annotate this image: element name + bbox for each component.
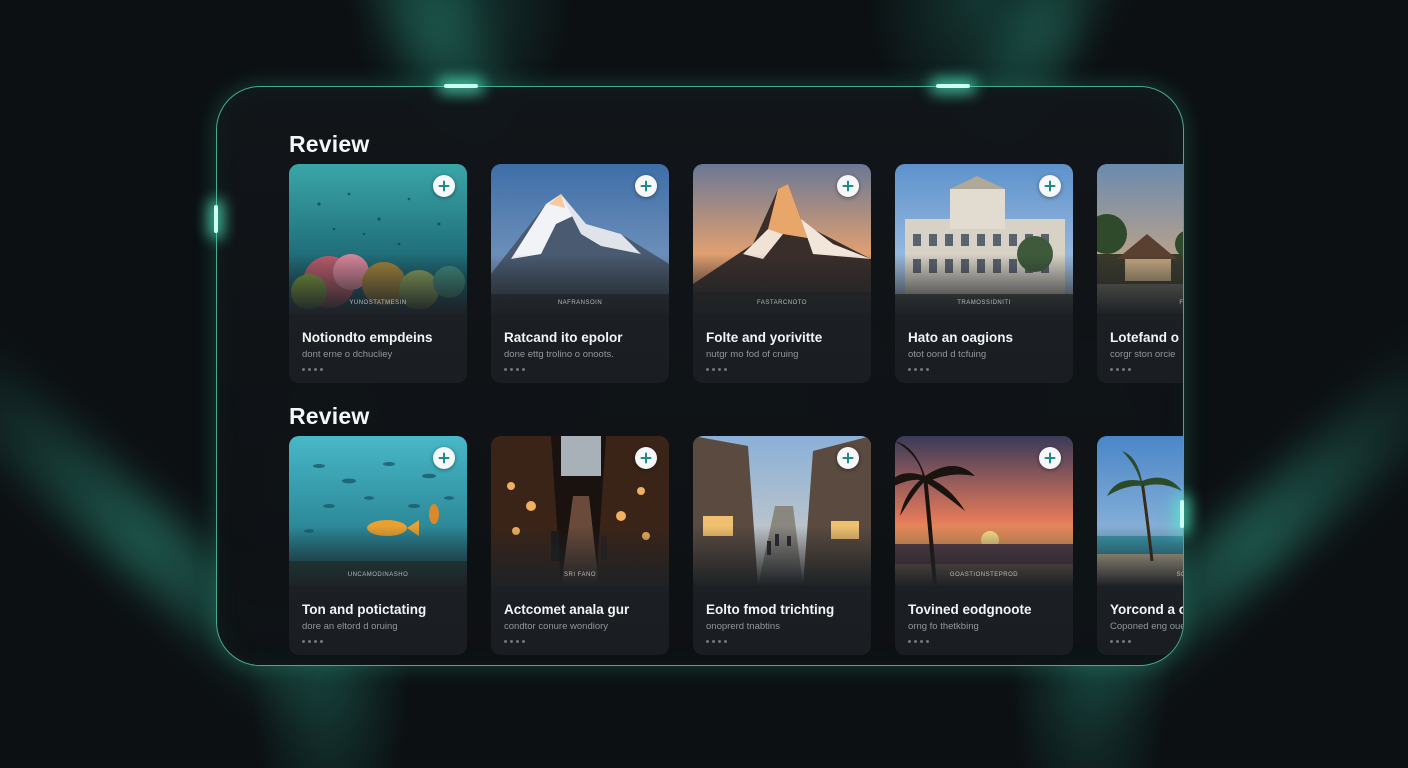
card-body: Hato an oagions otot oond d tcfuing: [895, 314, 1073, 383]
glow-spark: [214, 205, 218, 233]
add-button[interactable]: [837, 447, 859, 469]
add-button[interactable]: [433, 447, 455, 469]
plus-icon: [842, 452, 854, 464]
card-body: Yorcond a o Coponed eng oue: [1097, 586, 1184, 655]
destination-card[interactable]: NAFRANSOIN Ratcand ito epolor done ettg …: [491, 164, 669, 383]
image-caption: FASTARCNOTO: [757, 300, 807, 306]
card-row: YUNOSTATMESIN Notiondto empdeins dont er…: [289, 164, 1184, 383]
card-subtitle: otot oond d tcfuing: [908, 349, 987, 360]
rating-dots: [1110, 640, 1183, 643]
glow-spark: [1180, 500, 1184, 528]
card-image: YUNOSTATMESIN: [289, 164, 467, 314]
destination-card[interactable]: UNCAMODINASHO Ton and potictating dore a…: [289, 436, 467, 655]
destination-card[interactable]: YUNOSTATMESIN Notiondto empdeins dont er…: [289, 164, 467, 383]
add-button[interactable]: [635, 447, 657, 469]
palm-beach-image: [1097, 436, 1183, 586]
card-row: UNCAMODINASHO Ton and potictating dore a…: [289, 436, 1184, 655]
card-body: Lotefand o corgr ston orcie: [1097, 314, 1183, 383]
rating-dots: [908, 640, 1060, 643]
destination-card[interactable]: SONE Yorcond a o Coponed eng oue: [1097, 436, 1184, 655]
section-title: Review: [289, 131, 370, 157]
card-image: NAFRANSOIN: [491, 164, 669, 314]
card-body: Tovined eodgnoote orng fo thetkbing: [895, 586, 1073, 655]
card-image: FASTARCNOTO: [693, 164, 871, 314]
rating-dots: [1110, 368, 1183, 371]
card-image: TRAMOSSIDNITI: [895, 164, 1073, 314]
card-title: Yorcond a o: [1110, 602, 1184, 617]
card-title: Tovined eodgnoote: [908, 602, 1032, 617]
destination-card[interactable]: SRI FANO Actcomet anala gur condtor conu…: [491, 436, 669, 655]
plus-icon: [1044, 180, 1056, 192]
plus-icon: [438, 452, 450, 464]
card-subtitle: condtor conure wondiory: [504, 621, 609, 632]
plus-icon: [640, 452, 652, 464]
destination-card[interactable]: Eolto fmod trichting onoprerd tnabtins: [693, 436, 871, 655]
card-subtitle: dore an eltord d oruing: [302, 621, 398, 632]
glow-spark: [936, 84, 970, 88]
card-title: Notiondto empdeins: [302, 330, 433, 345]
card-image: SONE: [1097, 436, 1183, 586]
card-subtitle: done ettg trolino o onoots.: [504, 349, 614, 360]
image-caption: TRAMOSSIDNITI: [957, 300, 1011, 306]
destination-card[interactable]: GOASTIONSTEPROD Tovined eodgnoote orng f…: [895, 436, 1073, 655]
plus-icon: [842, 180, 854, 192]
card-title: Eolto fmod trichting: [706, 602, 835, 617]
add-button[interactable]: [837, 175, 859, 197]
card-image: GOASTIONSTEPROD: [895, 436, 1073, 586]
card-image: UNCAMODINASHO: [289, 436, 467, 586]
card-title: Ratcand ito epolor: [504, 330, 623, 345]
card-subtitle: dont erne o dchucliey: [302, 349, 393, 360]
plus-icon: [1044, 452, 1056, 464]
card-body: Ratcand ito epolor done ettg trolino o o…: [491, 314, 669, 383]
image-caption: SONE: [1176, 572, 1183, 578]
card-image: SRI FANO: [491, 436, 669, 586]
rating-dots: [302, 368, 454, 371]
image-caption: NAFRANSOIN: [557, 300, 603, 306]
beach-house-image: [1097, 164, 1183, 314]
card-title: Actcomet anala gur: [504, 602, 630, 617]
rating-dots: [302, 640, 454, 643]
section-title: Review: [289, 403, 370, 429]
card-body: Ton and potictating dore an eltord d oru…: [289, 586, 467, 655]
card-title: Lotefand o: [1110, 330, 1179, 345]
card-body: Eolto fmod trichting onoprerd tnabtins: [693, 586, 871, 655]
card-subtitle: orng fo thetkbing: [908, 621, 979, 632]
add-button[interactable]: [1039, 175, 1061, 197]
rating-dots: [706, 640, 858, 643]
plus-icon: [438, 180, 450, 192]
card-subtitle: onoprerd tnabtins: [706, 621, 780, 632]
card-body: Actcomet anala gur condtor conure wondio…: [491, 586, 669, 655]
content-panel: Review YUNOSTATMESIN Notiondto empdeins …: [216, 86, 1184, 666]
image-caption: UNCAMODINASHO: [347, 572, 409, 578]
image-caption: GOASTIONSTEPROD: [949, 572, 1019, 578]
rating-dots: [504, 640, 656, 643]
add-button[interactable]: [433, 175, 455, 197]
image-caption: SRI FANO: [563, 572, 596, 578]
rating-dots: [504, 368, 656, 371]
destination-card[interactable]: TRAMOSSIDNITI Hato an oagions otot oond …: [895, 164, 1073, 383]
card-image: [693, 436, 871, 586]
add-button[interactable]: [635, 175, 657, 197]
image-caption: YUNOSTATMESIN: [349, 300, 407, 306]
destination-card[interactable]: FAN Lotefand o corgr ston orcie: [1097, 164, 1184, 383]
card-title: Folte and yorivitte: [706, 330, 823, 345]
card-image: FAN: [1097, 164, 1184, 314]
plus-icon: [640, 180, 652, 192]
card-body: Notiondto empdeins dont erne o dchucliey: [289, 314, 467, 383]
card-title: Hato an oagions: [908, 330, 1014, 345]
card-body: Folte and yorivitte nutgr mo fod of crui…: [693, 314, 871, 383]
card-subtitle: nutgr mo fod of cruing: [706, 349, 799, 360]
card-title: Ton and potictating: [302, 602, 427, 617]
card-subtitle: corgr ston orcie: [1110, 349, 1176, 360]
card-subtitle: Coponed eng oue: [1110, 621, 1184, 632]
add-button[interactable]: [1039, 447, 1061, 469]
image-caption: FAN: [1179, 300, 1184, 306]
rating-dots: [706, 368, 858, 371]
destination-card[interactable]: FASTARCNOTO Folte and yorivitte nutgr mo…: [693, 164, 871, 383]
glow-spark: [444, 84, 478, 88]
rating-dots: [908, 368, 1060, 371]
